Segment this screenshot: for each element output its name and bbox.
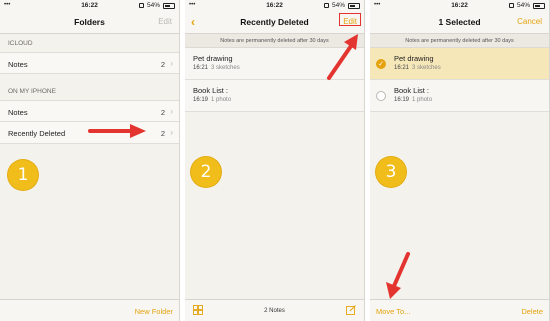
- section-header-on-my-iphone: ON MY IPHONE: [8, 88, 56, 95]
- step-badge-3: 3: [376, 157, 406, 187]
- arrow-icon: [327, 34, 358, 80]
- note-subtitle: 1 photo: [412, 97, 433, 103]
- note-row-pet-drawing[interactable]: ✓ Pet drawing 16:21 3 sketches: [370, 48, 549, 80]
- bottom-toolbar: Move To... Delete: [370, 299, 549, 321]
- battery-icon: [533, 2, 545, 9]
- folder-row-icloud-notes[interactable]: Notes 2 ›: [0, 52, 179, 74]
- folder-row-iphone-notes[interactable]: Notes 2 ›: [0, 100, 179, 122]
- step-badge-2: 2: [191, 157, 221, 187]
- folder-label: Notes: [8, 60, 28, 69]
- status-bar: ••• 16:22 54%: [0, 0, 179, 12]
- cancel-button[interactable]: Cancel: [517, 17, 542, 26]
- recently-deleted-screen: ••• 16:22 54% ‹ Recently Deleted Edit No…: [185, 0, 365, 321]
- info-banner: Notes are permanently deleted after 30 d…: [370, 34, 549, 48]
- battery-percent: 54%: [331, 2, 345, 9]
- battery-icon: [348, 2, 360, 9]
- note-time: 16:19: [193, 97, 209, 103]
- note-subtitle: 3 sketches: [211, 65, 240, 71]
- rotation-lock-icon: [323, 3, 329, 8]
- compose-icon[interactable]: [346, 305, 356, 315]
- note-title: Book List :: [394, 86, 430, 95]
- note-time: 16:19: [394, 97, 410, 103]
- page-title: Recently Deleted: [240, 17, 309, 27]
- delete-button[interactable]: Delete: [521, 307, 543, 316]
- folder-label: Recently Deleted: [8, 129, 66, 138]
- bottom-toolbar: 2 Notes: [185, 299, 364, 321]
- step-badge-1: 1: [8, 160, 38, 190]
- new-folder-button[interactable]: New Folder: [135, 307, 173, 316]
- nav-bar: ‹ Recently Deleted Edit: [185, 12, 364, 34]
- unchecked-circle-icon[interactable]: [376, 91, 386, 101]
- note-title: Book List :: [193, 86, 229, 95]
- folder-count: 2: [160, 60, 165, 69]
- checkmark-icon[interactable]: ✓: [376, 59, 386, 69]
- folder-label: Notes: [8, 108, 28, 117]
- note-subtitle: 1 photo: [211, 97, 232, 103]
- status-bar: ••• 16:22 54%: [370, 0, 549, 12]
- battery-percent: 54%: [146, 2, 160, 9]
- status-bar: ••• 16:22 54%: [185, 0, 364, 12]
- note-row-book-list[interactable]: Book List : 16:19 1 photo: [370, 80, 549, 112]
- bottom-toolbar: New Folder: [0, 299, 179, 321]
- battery-percent: 54%: [516, 2, 530, 9]
- folder-count: 2: [160, 108, 165, 117]
- battery-icon: [163, 2, 175, 9]
- rotation-lock-icon: [138, 3, 144, 8]
- note-title: Pet drawing: [394, 54, 434, 63]
- note-row-book-list[interactable]: Book List : 16:19 1 photo: [185, 80, 364, 112]
- highlight-box: [339, 13, 361, 26]
- notes-count: 2 Notes: [264, 308, 285, 314]
- section-header-icloud: ICLOUD: [8, 40, 33, 47]
- folder-count: 2: [160, 129, 165, 138]
- rotation-lock-icon: [508, 3, 514, 8]
- folders-screen: ••• 16:22 54% Folders Edit ICLOUD Notes …: [0, 0, 180, 321]
- nav-bar: Folders Edit: [0, 12, 179, 34]
- arrow-icon: [88, 124, 146, 138]
- chevron-right-icon: ›: [170, 107, 173, 116]
- note-subtitle: 3 sketches: [412, 65, 441, 71]
- page-title: Folders: [74, 17, 105, 27]
- arrow-icon: [386, 252, 410, 299]
- note-time: 16:21: [394, 65, 410, 71]
- nav-bar: 1 Selected Cancel: [370, 12, 549, 34]
- chevron-right-icon: ›: [170, 59, 173, 68]
- edit-button[interactable]: Edit: [158, 17, 172, 26]
- chevron-right-icon: ›: [170, 128, 173, 137]
- selection-screen: ••• 16:22 54% 1 Selected Cancel Notes ar…: [370, 0, 550, 321]
- note-time: 16:21: [193, 65, 209, 71]
- move-to-button[interactable]: Move To...: [376, 307, 410, 316]
